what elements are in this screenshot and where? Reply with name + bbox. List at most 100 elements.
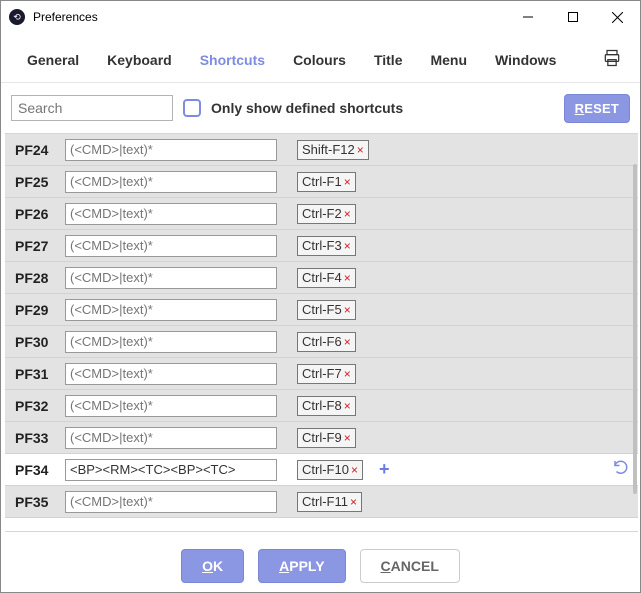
shortcut-key-label: PF34 <box>15 462 59 478</box>
shortcut-chip[interactable]: Ctrl-F8× <box>297 396 356 416</box>
app-icon: ⟲ <box>9 9 25 25</box>
close-button[interactable] <box>595 2 640 32</box>
clear-shortcut-icon[interactable]: × <box>344 303 351 317</box>
maximize-button[interactable] <box>550 2 595 32</box>
shortcut-chip[interactable]: Ctrl-F7× <box>297 364 356 384</box>
shortcut-row: PF32 Ctrl-F8× <box>5 390 638 422</box>
shortcut-key-label: PF28 <box>15 270 59 286</box>
clear-shortcut-icon[interactable]: × <box>344 239 351 253</box>
shortcut-chip[interactable]: Shift-F12× <box>297 140 369 160</box>
tab-general[interactable]: General <box>13 42 93 78</box>
command-input[interactable] <box>65 299 277 321</box>
shortcut-row: PF25 Ctrl-F1× <box>5 166 638 198</box>
shortcut-key-label: PF27 <box>15 238 59 254</box>
undo-icon <box>612 458 630 476</box>
shortcut-text: Ctrl-F8 <box>302 398 342 413</box>
filter-bar: Only show defined shortcuts RESET <box>1 83 640 133</box>
shortcut-key-label: PF25 <box>15 174 59 190</box>
printer-icon <box>602 48 622 68</box>
shortcut-chip[interactable]: Ctrl-F6× <box>297 332 356 352</box>
command-input[interactable] <box>65 235 277 257</box>
shortcut-key-label: PF30 <box>15 334 59 350</box>
tab-menu[interactable]: Menu <box>416 42 481 78</box>
command-input[interactable] <box>65 139 277 161</box>
shortcut-text: Ctrl-F4 <box>302 270 342 285</box>
window-title: Preferences <box>33 10 505 24</box>
shortcut-row: PF31 Ctrl-F7× <box>5 358 638 390</box>
shortcut-chip[interactable]: Ctrl-F1× <box>297 172 356 192</box>
titlebar: ⟲ Preferences <box>1 1 640 33</box>
shortcut-row: PF28 Ctrl-F4× <box>5 262 638 294</box>
shortcut-key-label: PF32 <box>15 398 59 414</box>
tab-windows[interactable]: Windows <box>481 42 570 78</box>
clear-shortcut-icon[interactable]: × <box>344 271 351 285</box>
add-shortcut-icon[interactable]: + <box>379 459 390 480</box>
shortcut-key-label: PF33 <box>15 430 59 446</box>
command-input[interactable] <box>65 363 277 385</box>
command-input[interactable] <box>65 459 277 481</box>
shortcut-chip[interactable]: Ctrl-F10× <box>297 460 363 480</box>
clear-shortcut-icon[interactable]: × <box>357 143 364 157</box>
clear-shortcut-icon[interactable]: × <box>344 175 351 189</box>
command-input[interactable] <box>65 427 277 449</box>
shortcut-chip[interactable]: Ctrl-F2× <box>297 204 356 224</box>
shortcut-key-label: PF24 <box>15 142 59 158</box>
shortcut-chip[interactable]: Ctrl-F11× <box>297 492 362 512</box>
clear-shortcut-icon[interactable]: × <box>344 335 351 349</box>
shortcut-chip[interactable]: Ctrl-F5× <box>297 300 356 320</box>
shortcut-text: Ctrl-F5 <box>302 302 342 317</box>
shortcut-chip[interactable]: Ctrl-F3× <box>297 236 356 256</box>
shortcut-text: Ctrl-F11 <box>302 494 348 509</box>
shortcut-row: PF30 Ctrl-F6× <box>5 326 638 358</box>
print-button[interactable] <box>596 38 628 81</box>
reset-button[interactable]: RESET <box>564 94 630 123</box>
command-input[interactable] <box>65 171 277 193</box>
command-input[interactable] <box>65 395 277 417</box>
undo-button[interactable] <box>612 458 630 481</box>
shortcut-row: PF27 Ctrl-F3× <box>5 230 638 262</box>
tab-keyboard[interactable]: Keyboard <box>93 42 186 78</box>
clear-shortcut-icon[interactable]: × <box>344 399 351 413</box>
command-input[interactable] <box>65 203 277 225</box>
shortcut-row: PF33 Ctrl-F9× <box>5 422 638 454</box>
shortcut-key-label: PF31 <box>15 366 59 382</box>
shortcut-row: PF29Ctrl-F5× <box>5 294 638 326</box>
tab-bar: General Keyboard Shortcuts Colours Title… <box>1 37 640 83</box>
shortcut-text: Ctrl-F6 <box>302 334 342 349</box>
clear-shortcut-icon[interactable]: × <box>344 207 351 221</box>
clear-shortcut-icon[interactable]: × <box>344 431 351 445</box>
shortcut-key-label: PF26 <box>15 206 59 222</box>
scrollbar[interactable] <box>633 164 637 494</box>
shortcut-row: PF35 Ctrl-F11× <box>5 486 638 518</box>
shortcut-text: Ctrl-F1 <box>302 174 342 189</box>
clear-shortcut-icon[interactable]: × <box>350 495 357 509</box>
footer: OK APPLY CANCEL <box>1 540 640 592</box>
minimize-button[interactable] <box>505 2 550 32</box>
shortcut-text: Ctrl-F3 <box>302 238 342 253</box>
shortcut-row: PF24 Shift-F12× <box>5 134 638 166</box>
shortcut-text: Ctrl-F10 <box>302 462 349 477</box>
search-input[interactable] <box>11 95 173 121</box>
shortcut-chip[interactable]: Ctrl-F9× <box>297 428 356 448</box>
command-input[interactable] <box>65 331 277 353</box>
apply-button[interactable]: APPLY <box>258 549 345 583</box>
shortcut-key-label: PF35 <box>15 494 59 510</box>
shortcut-text: Ctrl-F9 <box>302 430 342 445</box>
command-input[interactable] <box>65 491 277 513</box>
shortcut-row: PF34 Ctrl-F10× + <box>5 454 638 486</box>
tab-shortcuts[interactable]: Shortcuts <box>186 42 279 78</box>
clear-shortcut-icon[interactable]: × <box>344 367 351 381</box>
only-defined-checkbox[interactable] <box>183 99 201 117</box>
shortcut-text: Ctrl-F2 <box>302 206 342 221</box>
cancel-button[interactable]: CANCEL <box>360 549 460 583</box>
clear-shortcut-icon[interactable]: × <box>351 463 358 477</box>
only-defined-label: Only show defined shortcuts <box>211 100 403 116</box>
ok-button[interactable]: OK <box>181 549 244 583</box>
shortcut-text: Shift-F12 <box>302 142 355 157</box>
shortcut-row: PF26 Ctrl-F2× <box>5 198 638 230</box>
shortcut-chip[interactable]: Ctrl-F4× <box>297 268 356 288</box>
tab-title[interactable]: Title <box>360 42 417 78</box>
tab-colours[interactable]: Colours <box>279 42 360 78</box>
shortcut-text: Ctrl-F7 <box>302 366 342 381</box>
command-input[interactable] <box>65 267 277 289</box>
